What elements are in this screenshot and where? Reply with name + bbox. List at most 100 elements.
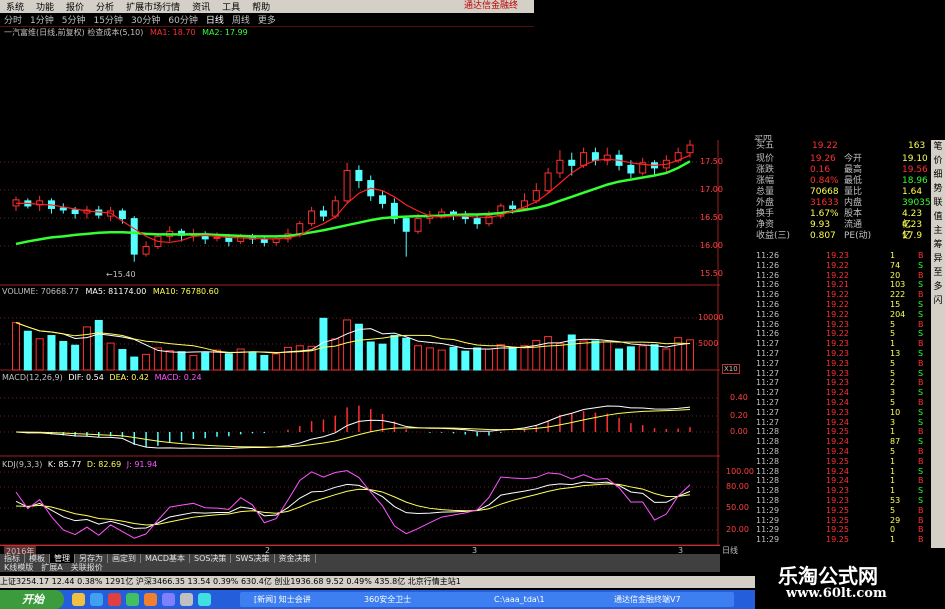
bottom-tab-1[interactable]: 扩展A (37, 563, 66, 572)
quote-row-7: 收益(三) 0.807 PE(动) 17.9 (754, 231, 930, 242)
indicator-tab-7[interactable]: SWS决策 (231, 554, 275, 563)
tick-volume-27: 29 (890, 515, 901, 525)
side-tab-9[interactable]: 至 (931, 266, 945, 280)
side-tab-7[interactable]: 筹 (931, 238, 945, 252)
quote-value-7b: 17.9 (902, 231, 923, 241)
menu-item-4[interactable]: 扩展市场行情 (120, 0, 186, 13)
volume-ma5-line (15, 322, 691, 354)
volume-bar-24 (295, 345, 304, 371)
quicklaunch-icon-6[interactable] (180, 593, 193, 606)
period-label: 日线 (722, 546, 738, 555)
candle-6 (83, 205, 91, 219)
period-tab-4[interactable]: 30分钟 (127, 13, 164, 26)
tick-volume-5: 15 (890, 300, 901, 309)
tick-time-25: 11:28 (756, 496, 780, 505)
menu-item-1[interactable]: 功能 (30, 0, 60, 13)
start-button[interactable]: 开始 (0, 590, 64, 609)
side-tab-8[interactable]: 异 (931, 252, 945, 266)
side-tab-11[interactable]: 闪 (931, 294, 945, 308)
tick-row-24: 11:28 19.23 1 S (754, 486, 930, 495)
macd-label: MACD(12,26,9) (2, 373, 63, 382)
indicator-tab-5[interactable]: MACD基本 (141, 554, 190, 563)
period-tab-5[interactable]: 60分钟 (164, 13, 201, 26)
indicator-tab-6[interactable]: SOS决策 (190, 554, 232, 563)
quicklaunch-icon-5[interactable] (162, 593, 175, 606)
indicator-tab-8[interactable]: 资金决策 (275, 554, 316, 563)
tick-time-2: 11:26 (756, 270, 780, 280)
quicklaunch-icon-7[interactable] (198, 593, 211, 606)
indicator-tab-3[interactable]: 另存为 (75, 554, 108, 563)
bottom-tab-0[interactable]: K线模版 (0, 563, 37, 572)
taskbar-task-1[interactable]: 360安全卫士 (350, 592, 484, 607)
quicklaunch-icon-0[interactable] (72, 593, 85, 606)
volume-bar-33 (402, 337, 411, 371)
period-tab-7[interactable]: 周线 (228, 13, 254, 26)
volume-bar-49 (591, 340, 600, 371)
indicator-tab-2[interactable]: 管理 (50, 554, 75, 563)
macd-header: MACD(12,26,9) DIF: 0.54 DEA: 0.42 MACD: … (2, 373, 202, 382)
period-tab-0[interactable]: 分时 (0, 13, 26, 26)
quote-value-4b: 39035 (902, 198, 931, 208)
kdj-d: D: 82.69 (86, 460, 122, 469)
quote-label-7a: 收益(三) (756, 231, 791, 241)
taskbar-task-2[interactable]: C:\aaa_tda\1 (480, 592, 604, 607)
tick-price-20: 19.24 (826, 447, 849, 456)
side-tab-4[interactable]: 联 (931, 196, 945, 210)
menu-item-7[interactable]: 帮助 (246, 0, 276, 13)
side-tab-10[interactable]: 多 (931, 280, 945, 294)
side-tab-5[interactable]: 值 (931, 210, 945, 224)
side-tab-3[interactable]: 势 (931, 182, 945, 196)
menu-item-3[interactable]: 分析 (90, 0, 120, 13)
quote-row-6: 净资 9.93 流通 4.23亿 (754, 220, 930, 241)
tick-volume-8: 5 (890, 329, 896, 339)
quicklaunch-icon-3[interactable] (126, 593, 139, 606)
tick-row-22: 11:28 19.24 1 S (754, 467, 930, 476)
quicklaunch-icon-2[interactable] (108, 593, 121, 606)
volume-bar-40 (484, 348, 493, 371)
tick-time-0: 11:26 (756, 251, 780, 260)
side-tab-6[interactable]: 主 (931, 224, 945, 238)
period-tab-3[interactable]: 15分钟 (89, 13, 126, 26)
side-tab-2[interactable]: 细 (931, 168, 945, 182)
quicklaunch-icon-1[interactable] (90, 593, 103, 606)
period-tab-1[interactable]: 1分钟 (26, 13, 58, 26)
period-tab-2[interactable]: 5分钟 (58, 13, 90, 26)
tick-direction-23: B (918, 476, 924, 486)
period-tab-8[interactable]: 更多 (254, 13, 280, 26)
tick-volume-9: 1 (890, 339, 896, 349)
stock-name: 一汽富维(日线,前复权) (4, 28, 85, 37)
tick-row-11: 11:27 19.23 5 B (754, 359, 930, 368)
kdj-header: KDJ(9,3,3) K: 85.77 D: 82.69 J: 91.94 (2, 460, 157, 469)
tick-volume-18: 1 (890, 427, 896, 437)
period-tab-6[interactable]: 日线 (202, 13, 228, 26)
taskbar-task-0[interactable]: [新闻] 知士会讲 (240, 592, 354, 607)
tick-time-16: 11:27 (756, 407, 780, 417)
volume-bar-4 (59, 340, 68, 371)
macd-dea-line (15, 409, 691, 448)
tick-time-4: 11:26 (756, 290, 780, 300)
side-tab-0[interactable]: 笔 (931, 140, 945, 154)
volume-bar-15 (189, 354, 198, 371)
tick-price-17: 19.24 (826, 417, 849, 427)
menu-item-6[interactable]: 工具 (216, 0, 246, 13)
tick-direction-3: S (918, 280, 924, 290)
menu-item-0[interactable]: 系统 (0, 0, 30, 13)
quote-label-0b: 今开 (844, 154, 863, 164)
tick-direction-29: B (918, 535, 924, 545)
volume-bar-37 (449, 346, 458, 371)
menu-item-5[interactable]: 资讯 (186, 0, 216, 13)
tick-time-29: 11:29 (756, 535, 780, 545)
candle-50 (603, 147, 611, 166)
indicator-tab-4[interactable]: 画定到 (108, 554, 141, 563)
taskbar-task-3[interactable]: 通达信金融终端V7 (600, 592, 734, 607)
tick-price-9: 19.23 (826, 339, 849, 349)
tick-volume-14: 3 (890, 388, 896, 398)
quicklaunch-icon-4[interactable] (144, 593, 157, 606)
indicator-tab-0[interactable]: 指标 (0, 554, 25, 563)
bottom-tab-2[interactable]: 关联报价 (67, 563, 107, 572)
tick-price-10: 19.23 (826, 349, 849, 358)
side-tab-1[interactable]: 价 (931, 154, 945, 168)
menu-item-2[interactable]: 报价 (60, 0, 90, 13)
indicator-tab-1[interactable]: 模板 (25, 554, 50, 563)
candle-35 (426, 211, 434, 224)
